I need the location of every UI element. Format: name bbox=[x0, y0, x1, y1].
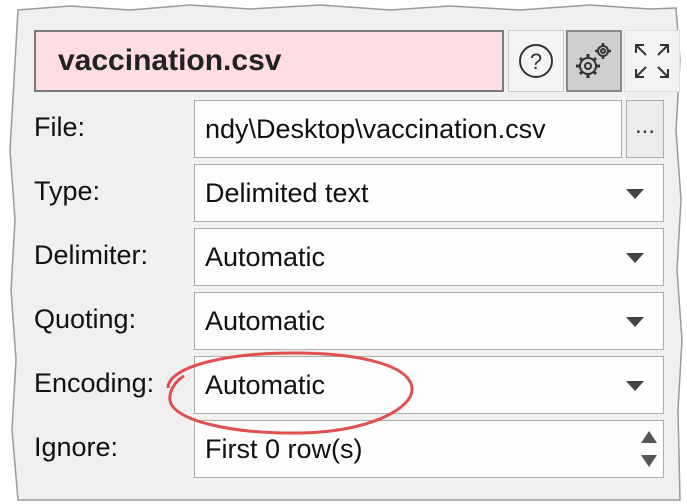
gears-icon bbox=[576, 43, 611, 78]
file-label: File: bbox=[34, 112, 86, 142]
chevron-down-icon bbox=[626, 189, 644, 199]
ignore-row: Ignore: First 0 row(s) bbox=[22, 416, 670, 478]
encoding-row: Encoding: Automatic bbox=[22, 352, 670, 414]
ignore-value: First 0 row(s) bbox=[205, 434, 363, 464]
encoding-dropdown[interactable]: Automatic bbox=[194, 356, 664, 414]
browse-button[interactable]: ... bbox=[626, 100, 664, 158]
delimiter-label: Delimiter: bbox=[34, 240, 149, 270]
type-row: Type: Delimited text bbox=[22, 160, 670, 222]
file-row: File: ndy\Desktop\vaccination.csv ... bbox=[22, 96, 670, 158]
quoting-dropdown[interactable]: Automatic bbox=[194, 292, 664, 350]
encoding-label: Encoding: bbox=[34, 368, 155, 398]
encoding-value: Automatic bbox=[205, 370, 326, 400]
help-circle-icon: ? bbox=[519, 44, 553, 78]
quoting-label: Quoting: bbox=[34, 304, 137, 334]
delimiter-value: Automatic bbox=[205, 242, 326, 272]
type-dropdown[interactable]: Delimited text bbox=[194, 164, 664, 222]
delimiter-row: Delimiter: Automatic bbox=[22, 224, 670, 286]
browse-label: ... bbox=[634, 112, 655, 139]
type-label: Type: bbox=[34, 176, 101, 206]
dataset-name-field[interactable]: vaccination.csv bbox=[34, 30, 504, 92]
chevron-down-icon bbox=[626, 381, 644, 391]
type-value: Delimited text bbox=[205, 178, 369, 208]
spinner-arrows-icon[interactable] bbox=[635, 421, 663, 477]
expand-arrows-icon bbox=[635, 44, 669, 78]
chevron-down-icon bbox=[626, 317, 644, 327]
chevron-down-icon bbox=[626, 253, 644, 263]
file-path-value: ndy\Desktop\vaccination.csv bbox=[205, 114, 546, 144]
input-panel: vaccination.csv ? File: ndy\Desktop\vacc… bbox=[22, 18, 680, 496]
expand-button[interactable] bbox=[624, 30, 680, 92]
dataset-name: vaccination.csv bbox=[58, 44, 282, 77]
settings-button[interactable] bbox=[566, 30, 622, 92]
quoting-row: Quoting: Automatic bbox=[22, 288, 670, 350]
quoting-value: Automatic bbox=[205, 306, 326, 336]
ignore-label: Ignore: bbox=[34, 432, 119, 462]
file-path-field[interactable]: ndy\Desktop\vaccination.csv bbox=[194, 100, 622, 158]
svg-text:?: ? bbox=[530, 49, 542, 74]
delimiter-dropdown[interactable]: Automatic bbox=[194, 228, 664, 286]
ignore-rows-spinbox[interactable]: First 0 row(s) bbox=[194, 420, 664, 478]
help-button[interactable]: ? bbox=[508, 30, 564, 92]
